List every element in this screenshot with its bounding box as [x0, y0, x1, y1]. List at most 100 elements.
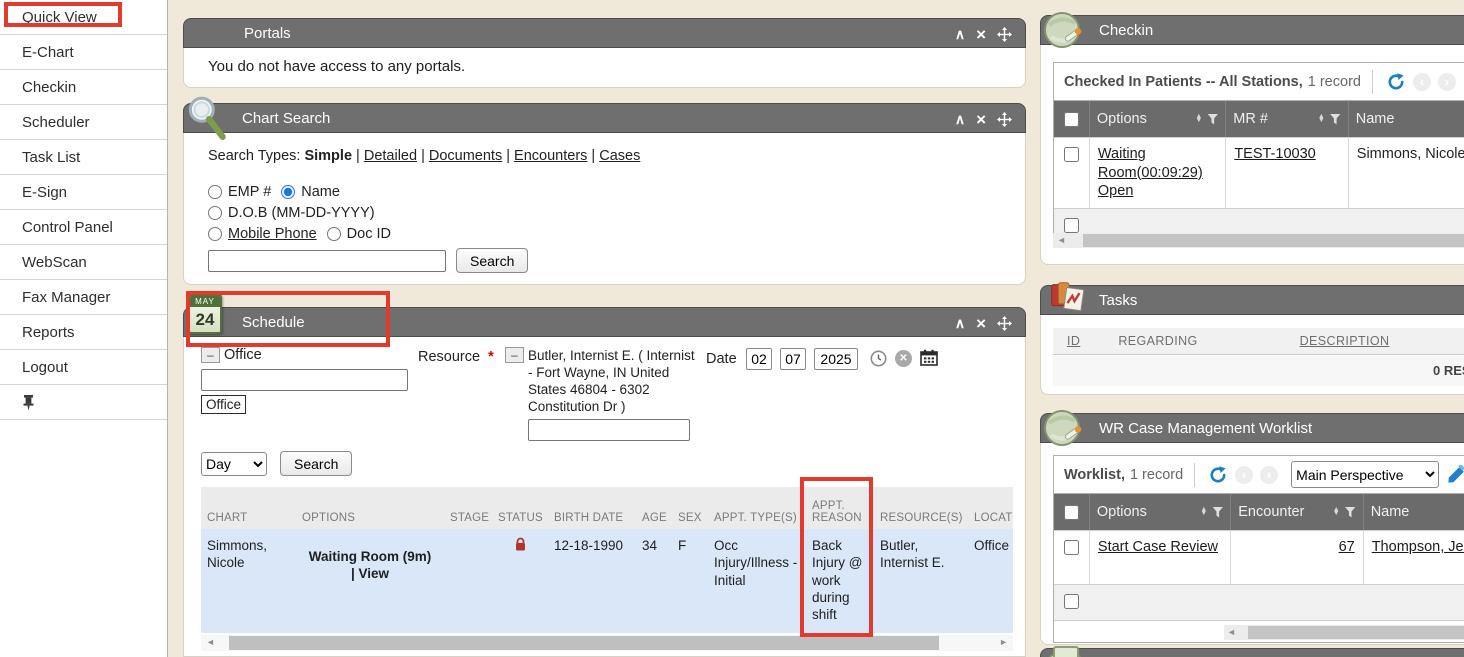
sidebar-item-e-sign[interactable]: E-Sign — [0, 175, 167, 210]
row-checkbox[interactable] — [1064, 540, 1079, 555]
sidebar-item-fax-manager[interactable]: Fax Manager — [0, 280, 167, 315]
filter-icon[interactable] — [1212, 507, 1223, 518]
schedule-row[interactable]: Simmons, Nicole Waiting Room (9m) | View… — [201, 529, 1013, 633]
scrollbar-thumb[interactable] — [1083, 234, 1464, 247]
move-icon[interactable] — [997, 27, 1012, 42]
refresh-icon[interactable] — [1208, 465, 1228, 485]
sort-icon[interactable]: ▲▼ — [1333, 508, 1340, 516]
filter-icon[interactable] — [1207, 114, 1218, 125]
mr-link[interactable]: TEST-10030 — [1234, 146, 1315, 162]
date-day-input[interactable] — [780, 348, 806, 370]
waiting-room-link[interactable]: Waiting Room(00:09:29) — [1098, 146, 1203, 181]
sort-icon[interactable]: ▲▼ — [1195, 115, 1202, 123]
col-id[interactable]: ID — [1067, 334, 1080, 348]
row-checkbox[interactable] — [1064, 147, 1079, 162]
radio-name[interactable] — [281, 185, 295, 199]
close-icon[interactable]: × — [976, 111, 986, 128]
sidebar-item-logout[interactable]: Logout — [0, 350, 167, 385]
search-type-documents[interactable]: Documents — [429, 148, 514, 164]
radio-mobile-phone[interactable] — [208, 227, 222, 241]
radio-emp[interactable] — [208, 185, 222, 199]
col-chart: CHART — [201, 487, 296, 529]
chart-search-panel: Chart Search ∧ × Search Types: SimpleDet… — [183, 103, 1026, 285]
header-name[interactable]: Name▲▼ — [1363, 494, 1464, 530]
radio-doc-id[interactable] — [327, 227, 341, 241]
close-icon[interactable]: × — [976, 315, 986, 332]
search-type-detailed[interactable]: Detailed — [364, 148, 429, 164]
checkin-hscrollbar[interactable]: ◄ — [1053, 233, 1464, 248]
select-all-checkbox[interactable] — [1064, 112, 1079, 127]
scrollbar-thumb[interactable] — [1248, 626, 1464, 639]
scrollbar-thumb[interactable] — [229, 636, 939, 650]
radio-dob[interactable] — [208, 206, 222, 220]
view-link[interactable]: | View — [302, 565, 438, 582]
next-page-icon[interactable]: › — [1438, 73, 1456, 91]
open-link[interactable]: Open — [1098, 182, 1217, 201]
filter-icon[interactable] — [1345, 507, 1356, 518]
chart-search-input[interactable] — [208, 250, 446, 272]
sort-icon[interactable]: ▲▼ — [1200, 508, 1207, 516]
sort-icon[interactable]: ▲▼ — [1318, 115, 1325, 123]
search-type-simple[interactable]: Simple — [304, 148, 363, 164]
sidebar-item-task-list[interactable]: Task List — [0, 140, 167, 175]
schedule-hscrollbar[interactable]: ◄ ► — [201, 635, 1013, 651]
header-mr[interactable]: MR #▲▼ — [1225, 101, 1347, 137]
start-case-review-link[interactable]: Start Case Review — [1098, 539, 1218, 555]
worklist-hscrollbar[interactable]: ◄ — [1224, 625, 1464, 640]
sidebar-item-label: Quick View — [22, 9, 97, 26]
search-type-encounters[interactable]: Encounters — [514, 148, 599, 164]
scroll-left-icon[interactable]: ◄ — [1057, 235, 1066, 245]
resource-input[interactable] — [528, 419, 690, 441]
header-name[interactable]: Name▲▼ — [1348, 101, 1464, 137]
cell-chart[interactable]: Simmons, Nicole — [201, 529, 296, 633]
encounter-link[interactable]: 67 — [1339, 539, 1355, 555]
range-select[interactable]: Day — [201, 452, 267, 476]
move-icon[interactable] — [997, 112, 1012, 127]
checkin-row: Waiting Room(00:09:29) Open TEST-10030 S… — [1054, 137, 1464, 208]
office-suggestion-tag[interactable]: Office — [201, 395, 246, 414]
row-checkbox[interactable] — [1064, 218, 1079, 233]
sidebar-pin-toggle[interactable] — [0, 385, 167, 420]
pencil-icon[interactable] — [1446, 465, 1464, 485]
collapse-icon[interactable]: ∧ — [955, 316, 965, 330]
patient-name-link[interactable]: Thompson, Jennifer — [1372, 539, 1464, 555]
scroll-right-icon[interactable]: ► — [999, 637, 1008, 647]
resource-collapse-box[interactable]: – — [505, 347, 524, 363]
sidebar-item-webscan[interactable]: WebScan — [0, 245, 167, 280]
datepicker-icon[interactable] — [920, 349, 938, 371]
collapse-icon[interactable]: ∧ — [955, 112, 965, 126]
refresh-icon[interactable] — [1386, 72, 1406, 92]
office-input[interactable] — [201, 369, 408, 391]
header-options[interactable]: Options▲▼ — [1089, 494, 1230, 530]
prev-page-icon[interactable]: ‹ — [1413, 73, 1431, 91]
date-year-input[interactable] — [814, 348, 858, 370]
filter-icon[interactable] — [1330, 114, 1341, 125]
col-description[interactable]: DESCRIPTION — [1300, 334, 1390, 348]
sidebar-item-e-chart[interactable]: E-Chart — [0, 35, 167, 70]
close-icon[interactable]: × — [976, 26, 986, 43]
sidebar-item-reports[interactable]: Reports — [0, 315, 167, 350]
clear-date-icon[interactable]: ✕ — [895, 350, 912, 367]
scroll-left-icon[interactable]: ◄ — [206, 637, 215, 647]
header-encounter[interactable]: Encounter▲▼ — [1230, 494, 1362, 530]
move-icon[interactable] — [997, 316, 1012, 331]
sidebar-item-quick-view[interactable]: Quick View — [0, 0, 167, 35]
office-collapse-box[interactable]: – — [201, 347, 220, 363]
sidebar-item-control-panel[interactable]: Control Panel — [0, 210, 167, 245]
sidebar-item-checkin[interactable]: Checkin — [0, 70, 167, 105]
select-all-checkbox[interactable] — [1064, 505, 1079, 520]
schedule-search-button[interactable]: Search — [280, 451, 352, 476]
chart-search-button[interactable]: Search — [456, 248, 528, 273]
prev-page-icon[interactable]: ‹ — [1235, 466, 1253, 484]
search-type-cases[interactable]: Cases — [599, 148, 640, 164]
sidebar-item-scheduler[interactable]: Scheduler — [0, 105, 167, 140]
next-page-icon[interactable]: › — [1260, 466, 1278, 484]
clock-icon[interactable] — [870, 350, 887, 372]
row-checkbox[interactable] — [1064, 594, 1079, 609]
scroll-left-icon[interactable]: ◄ — [1227, 627, 1236, 637]
date-month-input[interactable] — [746, 348, 772, 370]
worklist-row: Start Case Review 67 Thompson, Jennifer — [1054, 530, 1464, 584]
collapse-icon[interactable]: ∧ — [955, 27, 965, 41]
perspective-select[interactable]: Main Perspective — [1291, 461, 1439, 488]
header-options[interactable]: Options▲▼ — [1089, 101, 1225, 137]
